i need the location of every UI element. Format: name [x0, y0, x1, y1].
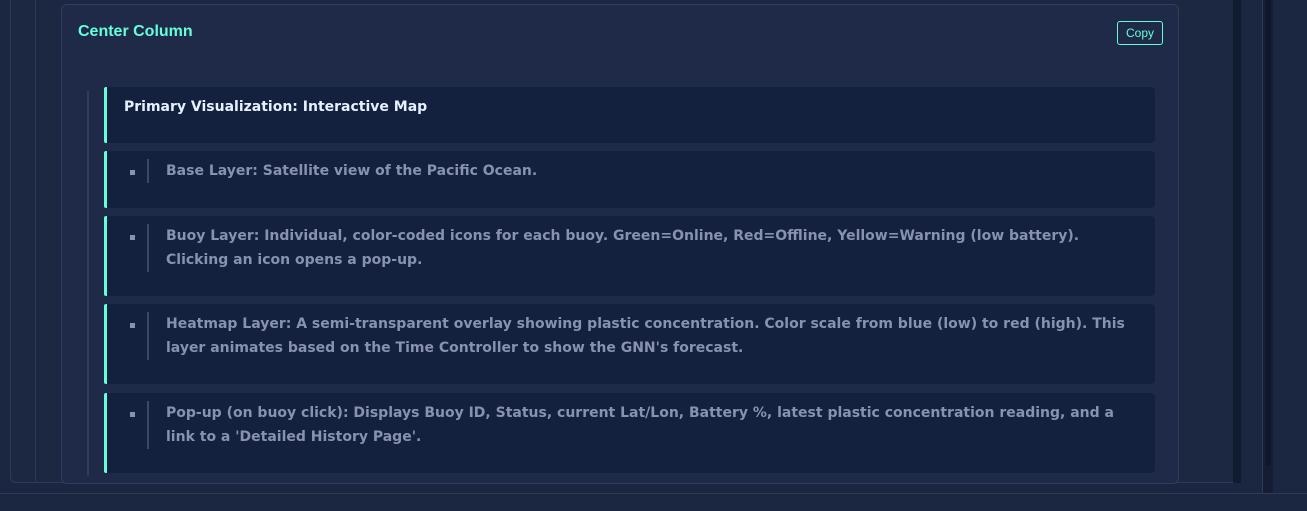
outer-scrollbar-track[interactable] [1233, 0, 1241, 483]
list-item: Base Layer: Satellite view of the Pacifi… [104, 151, 1155, 208]
list-item: Heatmap Layer: A semi-transparent overla… [104, 304, 1155, 384]
list-item: Buoy Layer: Individual, color-coded icon… [104, 216, 1155, 296]
list-item-text: Pop-up (on buoy click): Displays Buoy ID… [166, 405, 1114, 445]
tree-guide-line [87, 91, 89, 476]
section-header-item: Primary Visualization: Interactive Map [104, 87, 1155, 143]
page-scrollbar-thumb[interactable] [1266, 0, 1271, 465]
bottom-bar [0, 493, 1307, 511]
item-divider [147, 224, 149, 272]
outline-tree: Primary Visualization: Interactive Map B… [62, 5, 1178, 483]
item-divider [147, 312, 149, 360]
page-scrollbar[interactable] [1262, 0, 1273, 493]
section-header-text: Primary Visualization: Interactive Map [124, 99, 428, 115]
bullet-icon [130, 323, 135, 328]
list-item-text: Buoy Layer: Individual, color-coded icon… [166, 228, 1080, 268]
center-column-card: Center Column Copy Primary Visualization… [61, 4, 1179, 484]
list-item: Pop-up (on buoy click): Displays Buoy ID… [104, 393, 1155, 473]
item-divider [147, 401, 149, 449]
item-divider [147, 159, 149, 183]
list-item-text: Heatmap Layer: A semi-transparent overla… [166, 316, 1125, 356]
bullet-icon [130, 412, 135, 417]
bullet-icon [130, 170, 135, 175]
bullet-icon [130, 235, 135, 240]
list-item-text: Base Layer: Satellite view of the Pacifi… [166, 163, 538, 179]
left-guide-line [35, 0, 36, 483]
